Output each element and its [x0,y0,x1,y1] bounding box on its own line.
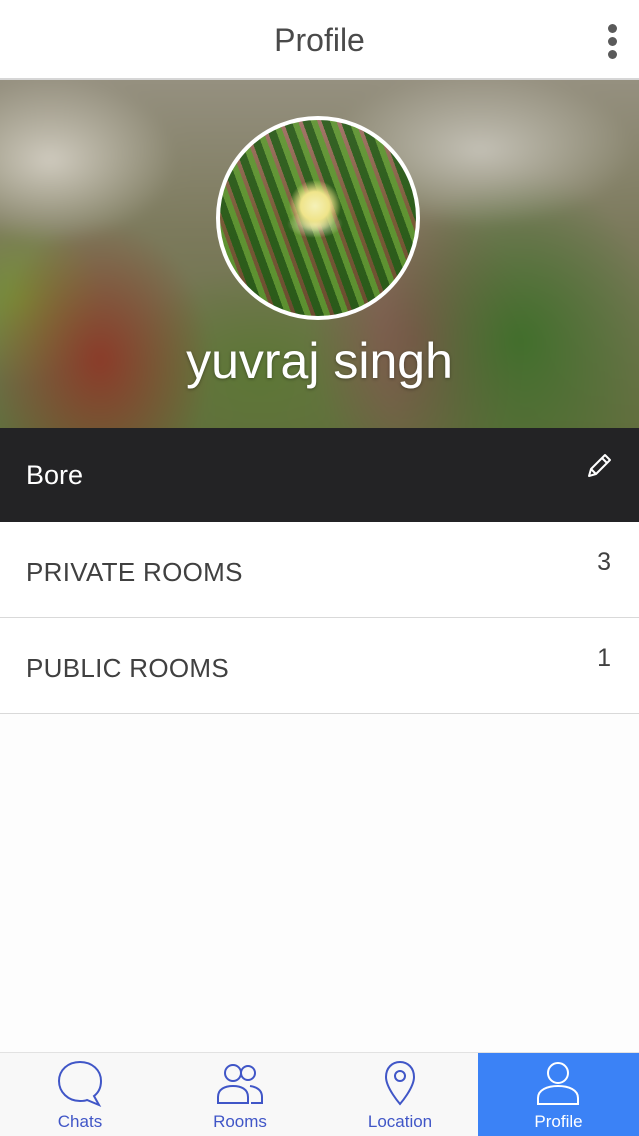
room-row-label: PUBLIC ROOMS [26,653,229,683]
people-icon [217,1064,263,1104]
status-row: Bore [0,428,639,522]
room-row-count: 3 [597,548,611,576]
more-vertical-icon[interactable] [605,24,619,64]
profile-screen: Profile yuvraj singh Bore PRIVATE ROOMS … [0,0,639,1136]
chat-bubble-icon [57,1060,103,1108]
person-icon [537,1062,579,1105]
private-rooms-row[interactable]: PRIVATE ROOMS 3 [0,522,639,618]
tab-chats[interactable]: Chats [0,1053,160,1136]
room-row-count: 1 [597,644,611,672]
tab-label: Rooms [213,1112,267,1131]
tab-location[interactable]: Location [320,1053,480,1136]
tab-label: Chats [57,1112,103,1131]
avatar[interactable] [216,116,420,320]
tab-profile[interactable]: Profile [478,1053,639,1136]
page-title: Profile [274,22,365,58]
location-pin-icon [384,1060,416,1106]
tab-bar: Chats Rooms Location Profile [0,1052,639,1136]
pencil-icon[interactable] [583,450,615,482]
room-row-label: PRIVATE ROOMS [26,557,243,587]
public-rooms-row[interactable]: PUBLIC ROOMS 1 [0,618,639,714]
tab-label: Location [367,1112,433,1131]
header-bar: Profile [0,0,639,80]
profile-cover: yuvraj singh [0,80,639,428]
tab-label: Profile [534,1112,583,1131]
status-text: Bore [26,460,84,490]
tab-rooms[interactable]: Rooms [160,1053,320,1136]
profile-name: yuvraj singh [186,333,453,389]
